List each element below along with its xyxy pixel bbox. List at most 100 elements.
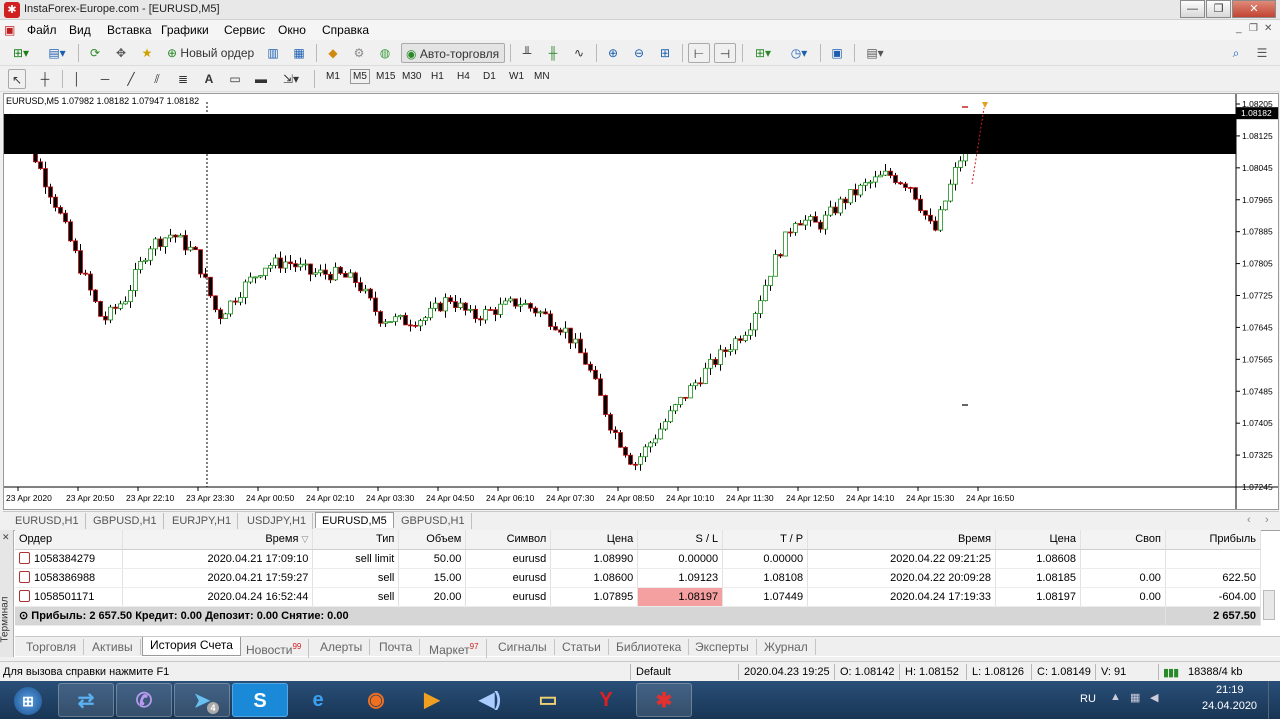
terminal-scrollbar[interactable] <box>1263 590 1275 620</box>
teamviewer-icon[interactable]: ⇄ <box>58 683 114 717</box>
file-explorer-icon[interactable]: ▭ <box>520 683 576 717</box>
horizontal-line-icon[interactable]: ─ <box>94 69 116 89</box>
telegram-icon[interactable]: ➤ 4 <box>174 683 230 717</box>
terminal-icon[interactable]: ▦ <box>288 43 310 63</box>
chart-tab-gbpusd-h1[interactable]: GBPUSD,H1 <box>87 513 164 529</box>
tab-market[interactable]: Маркет97 <box>422 639 487 658</box>
media-player-icon[interactable]: ▶ <box>404 683 460 717</box>
timeframe-m5[interactable]: M5 <box>350 69 370 84</box>
maximize-button[interactable]: ❐ <box>1206 0 1231 18</box>
options-icon[interactable]: ◍ <box>374 43 396 63</box>
table-row[interactable]: 1058386988 2020.04.21 17:59:27 sell 15.00 eu… <box>15 568 1262 588</box>
templates-icon[interactable]: ▣ <box>826 43 848 63</box>
menu-window[interactable]: Окно <box>278 23 306 37</box>
col-type[interactable]: Тип <box>312 530 400 550</box>
tile-windows-icon[interactable]: ⊞ <box>654 43 676 63</box>
text-icon[interactable]: A <box>198 69 220 89</box>
fibonacci-icon[interactable]: ≣ <box>172 69 194 89</box>
data-window-icon[interactable]: ▥ <box>262 43 284 63</box>
chart-tab-usdjpy-h1[interactable]: USDJPY,H1 <box>241 513 314 529</box>
timeframe-d1[interactable]: D1 <box>483 71 496 82</box>
mdi-minimize-button[interactable]: _ <box>1236 23 1242 34</box>
audio-icon[interactable]: ◀) <box>462 683 518 717</box>
price-chart[interactable]: 1.082051.081251.080451.079651.078851.078… <box>4 94 1278 509</box>
timeframe-h4[interactable]: H4 <box>457 71 470 82</box>
strategy-tester-icon[interactable]: ⚙ <box>348 43 370 63</box>
chart-tab-eurusd-m5[interactable]: EURUSD,M5 <box>315 512 394 528</box>
tab-library[interactable]: Библиотека <box>609 639 690 655</box>
menu-view[interactable]: Вид <box>69 23 91 37</box>
mdi-close-button[interactable]: ✕ <box>1264 23 1272 34</box>
tab-trade[interactable]: Торговля <box>19 639 85 655</box>
col-open-time[interactable]: Время ▽ <box>122 530 314 550</box>
menu-insert[interactable]: Вставка <box>107 23 152 37</box>
text-label-icon[interactable]: ▭ <box>224 69 246 89</box>
tray-up-icon[interactable]: ▲ <box>1110 691 1121 703</box>
menu-charts[interactable]: Графики <box>161 23 209 37</box>
table-row[interactable]: 1058384279 2020.04.21 17:09:10 sell limit 5… <box>15 549 1262 569</box>
community-icon[interactable]: ☰ <box>1252 43 1272 63</box>
zoom-in-icon[interactable]: ⊕ <box>602 43 624 63</box>
timeframe-m1[interactable]: M1 <box>326 71 340 82</box>
document-icon[interactable]: ▣ <box>4 23 15 37</box>
market-watch-icon[interactable]: ⟳ <box>84 43 106 63</box>
chart-properties-icon[interactable]: ▤▾ <box>860 43 890 63</box>
close-button[interactable]: ✕ <box>1232 0 1276 18</box>
show-desktop-button[interactable] <box>1268 681 1280 719</box>
language-indicator[interactable]: RU <box>1080 693 1096 705</box>
indicators-icon[interactable]: ⊞▾ <box>748 43 778 63</box>
chart-tab-gbpusd-h1-2[interactable]: GBPUSD,H1 <box>395 513 472 529</box>
viber-icon[interactable]: ✆ <box>116 683 172 717</box>
chart-tab-eurjpy-h1[interactable]: EURJPY,H1 <box>166 513 239 529</box>
col-sl[interactable]: S / L <box>637 530 724 550</box>
tab-signals[interactable]: Сигналы <box>491 639 555 655</box>
terminal-close-icon[interactable]: ✕ <box>2 532 10 543</box>
yandex-browser-icon[interactable]: Y <box>578 683 634 717</box>
channel-icon[interactable]: ⫽ <box>146 69 168 89</box>
clock-date[interactable]: 24.04.2020 <box>1202 700 1257 712</box>
clock-time[interactable]: 21:19 <box>1216 684 1244 696</box>
tab-alerts[interactable]: Алерты <box>313 639 371 655</box>
zoom-out-icon[interactable]: ⊖ <box>628 43 650 63</box>
chart-tab-eurusd-h1[interactable]: EURUSD,H1 <box>9 513 86 529</box>
favorites-icon[interactable]: ★ <box>136 43 158 63</box>
chart-shift-icon[interactable]: ⊢ <box>688 43 710 63</box>
col-order[interactable]: Ордер <box>15 530 124 550</box>
tab-experts[interactable]: Эксперты <box>688 639 757 655</box>
bar-chart-icon[interactable]: ╨ <box>516 43 538 63</box>
tab-news[interactable]: Новости99 <box>239 639 310 658</box>
chart-window[interactable]: 1.08205 1.08125 1.08045 1.07965 1.07885 1.078… <box>3 93 1279 510</box>
profiles-icon[interactable]: ▤▾ <box>42 43 72 63</box>
timeframe-mn[interactable]: MN <box>534 71 550 82</box>
col-swap[interactable]: Своп <box>1080 530 1166 550</box>
instaforex-terminal-icon[interactable]: ✱ <box>636 683 692 717</box>
col-price[interactable]: Цена <box>550 530 639 550</box>
network-icon[interactable]: ▦ <box>1130 691 1140 704</box>
tab-account-history[interactable]: История Счета <box>142 637 241 656</box>
timeframe-m15[interactable]: M15 <box>376 71 395 82</box>
auto-trading-button[interactable]: ◉ Авто-торговля <box>401 43 505 63</box>
line-chart-icon[interactable]: ∿ <box>568 43 590 63</box>
menu-tools[interactable]: Сервис <box>224 23 265 37</box>
crosshair-icon[interactable]: ┼ <box>34 69 56 89</box>
autoscroll-icon[interactable]: ⊣ <box>714 43 736 63</box>
app-logo-icon[interactable]: ✱ <box>4 2 20 18</box>
timeframe-m30[interactable]: M30 <box>402 71 421 82</box>
col-close-price[interactable]: Цена <box>995 530 1081 550</box>
col-volume[interactable]: Объем <box>398 530 467 550</box>
tabs-right-icon[interactable]: › <box>1265 514 1269 526</box>
skype-icon[interactable]: S <box>232 683 288 717</box>
cursor-icon[interactable]: ↖ <box>8 69 26 89</box>
metaeditor-icon[interactable]: ◆ <box>322 43 344 63</box>
vertical-line-icon[interactable]: │ <box>68 69 86 89</box>
navigator-icon[interactable]: ✥ <box>110 43 132 63</box>
timeframe-w1[interactable]: W1 <box>509 71 524 82</box>
internet-explorer-icon[interactable]: e <box>290 683 346 717</box>
trendline-icon[interactable]: ╱ <box>120 69 142 89</box>
candlestick-chart-icon[interactable]: ╫ <box>542 43 564 63</box>
mdi-restore-button[interactable]: ❐ <box>1249 23 1258 34</box>
timeframe-h1[interactable]: H1 <box>431 71 444 82</box>
volume-icon[interactable]: ◀ <box>1150 691 1158 704</box>
firefox-icon[interactable]: ◉ <box>348 683 404 717</box>
arrows-icon[interactable]: ⇲▾ <box>276 69 306 89</box>
